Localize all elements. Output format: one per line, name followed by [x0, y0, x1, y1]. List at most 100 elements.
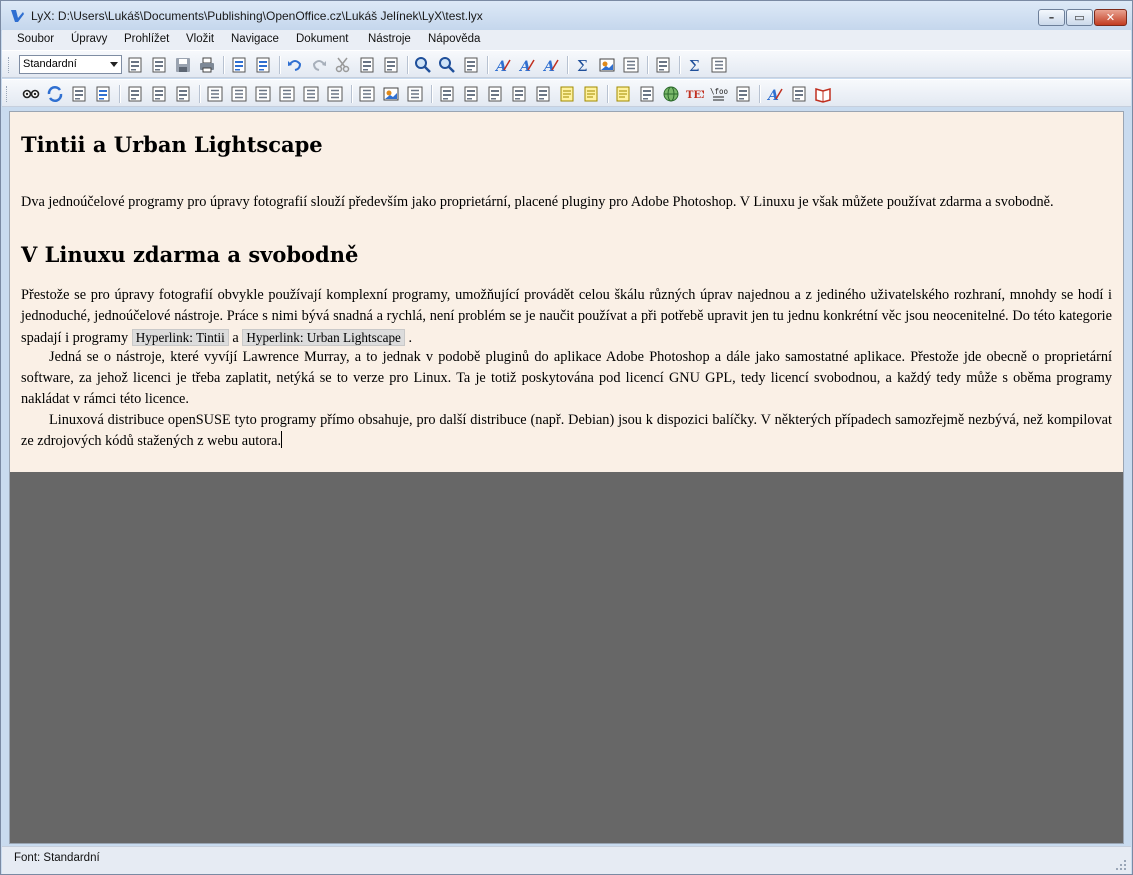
- menu-dokument[interactable]: Dokument: [296, 33, 348, 45]
- redo-icon[interactable]: [310, 56, 328, 74]
- increase-depth-icon[interactable]: [358, 85, 376, 103]
- status-text: Font: Standardní: [14, 852, 100, 864]
- menu-napoveda[interactable]: Nápověda: [428, 33, 480, 45]
- math-icon[interactable]: Σ: [574, 56, 592, 74]
- layout-combo[interactable]: Standardní: [19, 55, 122, 74]
- margin-note-icon[interactable]: [582, 85, 600, 103]
- menu-nastroje[interactable]: Nástroje: [368, 33, 411, 45]
- title-bar[interactable]: LyX: D:\Users\Lukáš\Documents\Publishing…: [1, 1, 1132, 31]
- update-icon[interactable]: [46, 85, 64, 103]
- svg-text:\foo: \foo: [710, 87, 728, 96]
- resize-grip-icon[interactable]: [1115, 859, 1127, 871]
- toolbar-grip[interactable]: [8, 57, 12, 73]
- bullet-list-icon[interactable]: [254, 85, 272, 103]
- toolbar-separator: [279, 56, 281, 74]
- minimize-button[interactable]: –: [1038, 9, 1065, 26]
- thesaurus-icon[interactable]: [254, 56, 272, 74]
- note-icon[interactable]: [614, 85, 632, 103]
- minimize-icon: –: [1048, 11, 1055, 24]
- insert-graphics-icon[interactable]: [382, 85, 400, 103]
- list-icon[interactable]: [302, 85, 320, 103]
- copy-icon[interactable]: [358, 56, 376, 74]
- emphasis-icon[interactable]: A: [494, 56, 512, 74]
- label-icon[interactable]: [438, 85, 456, 103]
- update-master-icon[interactable]: [94, 85, 112, 103]
- foo-icon[interactable]: \foo: [710, 85, 728, 103]
- numbered-list-icon[interactable]: [230, 85, 248, 103]
- find-icon[interactable]: [414, 56, 432, 74]
- book-icon[interactable]: [814, 85, 832, 103]
- new-document-icon[interactable]: [126, 56, 144, 74]
- attachment-icon[interactable]: [734, 85, 752, 103]
- cut-icon[interactable]: [334, 56, 352, 74]
- paragraph: Jedná se o nástroje, které vyvíjí Lawren…: [21, 349, 1112, 407]
- toolbar-separator: [567, 56, 569, 74]
- spellcheck-icon[interactable]: [230, 56, 248, 74]
- track-changes-icon[interactable]: [174, 85, 192, 103]
- view-master-icon[interactable]: [70, 85, 88, 103]
- paste-icon[interactable]: [382, 56, 400, 74]
- insert-table-icon[interactable]: [406, 85, 424, 103]
- math-panel-icon[interactable]: Σ: [686, 56, 704, 74]
- text-style-icon[interactable]: A: [542, 56, 560, 74]
- url-icon[interactable]: [662, 85, 680, 103]
- decrease-depth-icon[interactable]: [326, 85, 344, 103]
- tex-code-icon[interactable]: TEX: [686, 85, 704, 103]
- box-icon[interactable]: [638, 85, 656, 103]
- toolbar-separator: [759, 85, 761, 103]
- footnote-icon[interactable]: [558, 85, 576, 103]
- svg-text:A: A: [518, 59, 531, 74]
- navigate-back-icon[interactable]: [462, 56, 480, 74]
- menu-prohlizet[interactable]: Prohlížet: [124, 33, 169, 45]
- conjunction-text: a: [232, 330, 239, 346]
- description-list-icon[interactable]: [278, 85, 296, 103]
- svg-text:Σ: Σ: [689, 57, 700, 74]
- align-left-icon[interactable]: [206, 85, 224, 103]
- character-style-icon[interactable]: A: [766, 85, 784, 103]
- figure-icon[interactable]: [598, 56, 616, 74]
- toolbar-separator: [407, 56, 409, 74]
- hyperlink-inset-urban-lightscape[interactable]: Hyperlink: Urban Lightscape: [242, 329, 405, 346]
- layout-combo-value: Standardní: [23, 58, 77, 70]
- menu-vlozit[interactable]: Vložit: [186, 33, 214, 45]
- hyperlink-inset-tintii[interactable]: Hyperlink: Tintii: [131, 329, 229, 346]
- status-bar: Font: Standardní: [2, 846, 1131, 874]
- undo-icon[interactable]: [286, 56, 304, 74]
- find-replace-icon[interactable]: [438, 56, 456, 74]
- index-entry-icon[interactable]: [510, 85, 528, 103]
- window-title: LyX: D:\Users\Lukáš\Documents\Publishing…: [31, 9, 483, 23]
- app-window: LyX: D:\Users\Lukáš\Documents\Publishing…: [0, 0, 1133, 875]
- view-pdf-icon[interactable]: [22, 85, 40, 103]
- cross-reference-icon[interactable]: [462, 85, 480, 103]
- citation-icon[interactable]: [486, 85, 504, 103]
- maximize-icon: ▭: [1074, 11, 1085, 24]
- toolbar-separator: [199, 85, 201, 103]
- open-icon[interactable]: [150, 56, 168, 74]
- maximize-button[interactable]: ▭: [1066, 9, 1093, 26]
- paragraph-settings-icon[interactable]: [790, 85, 808, 103]
- menu-navigace[interactable]: Navigace: [231, 33, 279, 45]
- main-toolbar: Standardní AAAΣΣ: [2, 50, 1131, 78]
- table-panel-icon[interactable]: [710, 56, 728, 74]
- menu-soubor[interactable]: Soubor: [17, 33, 54, 45]
- paragraph-text: Linuxová distribuce openSUSE tyto progra…: [21, 412, 1112, 449]
- paragraph: Linuxová distribuce openSUSE tyto progra…: [21, 410, 1112, 452]
- table-icon[interactable]: [622, 56, 640, 74]
- view-icon[interactable]: [654, 56, 672, 74]
- toolbar-grip[interactable]: [6, 86, 10, 102]
- menu-upravy[interactable]: Úpravy: [71, 33, 107, 45]
- save-icon[interactable]: [174, 56, 192, 74]
- close-icon: ✕: [1105, 11, 1116, 24]
- nomenclature-icon[interactable]: [534, 85, 552, 103]
- dvi-icon[interactable]: [126, 85, 144, 103]
- toolbar-separator: [607, 85, 609, 103]
- print-icon[interactable]: [198, 56, 216, 74]
- toolbar-separator: [119, 85, 121, 103]
- noun-icon[interactable]: A: [518, 56, 536, 74]
- document-page[interactable]: Tintii a Urban Lightscape Dva jednoúčelo…: [10, 112, 1123, 472]
- view-changes-icon[interactable]: [150, 85, 168, 103]
- svg-text:A: A: [766, 88, 779, 103]
- toolbar-separator: [679, 56, 681, 74]
- svg-text:Σ: Σ: [577, 57, 588, 74]
- close-button[interactable]: ✕: [1094, 9, 1127, 26]
